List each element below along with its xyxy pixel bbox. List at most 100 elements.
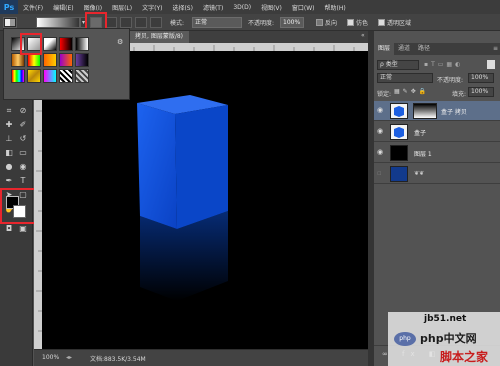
- zoom-level[interactable]: 100%: [42, 354, 59, 361]
- eye-icon[interactable]: ◉: [377, 128, 385, 135]
- reflected-gradient-button[interactable]: [135, 17, 147, 28]
- transparency-label: 透明区域: [387, 20, 412, 27]
- opacity-label: 不透明度:: [437, 77, 464, 84]
- layer-row-box-copy[interactable]: ◉ 盒子 拷贝: [374, 101, 500, 121]
- menu-help[interactable]: 帮助(H): [320, 3, 351, 12]
- mode-select[interactable]: 正常: [192, 17, 242, 28]
- eyedropper-tool-icon[interactable]: ⊘: [17, 105, 29, 116]
- opacity-input[interactable]: 100%: [280, 17, 304, 28]
- gradient-swatch-orange-yellow[interactable]: [43, 53, 57, 67]
- screen-mode-icon[interactable]: ▣: [17, 223, 29, 234]
- dodge-tool-icon[interactable]: ◉: [17, 161, 29, 172]
- lock-icons[interactable]: ▦✎✥🔒: [394, 88, 429, 95]
- dither-checkbox[interactable]: [347, 19, 354, 26]
- status-bar: 100% ◂▸ 文档:883.5K/3.54M: [34, 349, 368, 366]
- menu-layer[interactable]: 图层(L): [107, 3, 137, 12]
- watermark-brand: 脚本之家: [440, 350, 489, 364]
- mode-label: 模式:: [170, 20, 185, 27]
- layer-name: 图层 1: [414, 151, 432, 158]
- eraser-tool-icon[interactable]: ◧: [3, 147, 15, 158]
- layer-name: 盒子 拷贝: [441, 109, 467, 116]
- gradient-tool-icon[interactable]: ▭: [17, 147, 29, 158]
- php-logo-icon: php: [394, 332, 416, 346]
- menu-image[interactable]: 图像(I): [79, 3, 107, 12]
- gradient-swatch-violet[interactable]: [75, 53, 89, 67]
- gradient-swatch-rainbow[interactable]: [11, 69, 25, 83]
- blend-mode-select[interactable]: 正常: [377, 73, 433, 83]
- layer-thumbnail: [390, 166, 408, 182]
- cube-side-face: [175, 105, 228, 229]
- gradient-swatch-copper[interactable]: [11, 53, 25, 67]
- status-arrow-icon[interactable]: ◂▸: [66, 354, 72, 361]
- ps-logo: Ps: [0, 0, 18, 14]
- panel-collapse-strip[interactable]: «: [360, 31, 368, 43]
- gradient-swatch-gold[interactable]: [27, 69, 41, 83]
- layer-thumbnail: [390, 145, 408, 161]
- watermark-site: jb51.net: [424, 314, 467, 324]
- crop-tool-icon[interactable]: ⌗: [3, 105, 15, 116]
- menu-window[interactable]: 窗口(W): [287, 3, 320, 12]
- document-tab[interactable]: 拷贝, 图层蒙版/8): [129, 31, 189, 43]
- layer-effects-icon[interactable]: ❦❦: [414, 170, 424, 177]
- diamond-gradient-button[interactable]: [150, 17, 162, 28]
- brush-tool-icon[interactable]: ✐: [17, 119, 29, 130]
- gradient-swatch-violet-orange[interactable]: [59, 53, 73, 67]
- layer-thumbnail: [390, 124, 408, 140]
- menu-file[interactable]: 文件(F): [18, 3, 48, 12]
- angle-gradient-button[interactable]: [120, 17, 132, 28]
- layer-opacity-input[interactable]: 100%: [468, 73, 494, 83]
- layer-row-3d[interactable]: ▫ ❦❦: [374, 164, 500, 184]
- gradient-tool-preset[interactable]: [3, 17, 17, 28]
- tab-paths[interactable]: 路径: [414, 43, 434, 55]
- layer-filter-select[interactable]: ρ 类型: [377, 60, 419, 70]
- reverse-checkbox[interactable]: [316, 19, 323, 26]
- gradient-swatch-magenta-cyan[interactable]: [43, 69, 57, 83]
- menu-edit[interactable]: 编辑(E): [48, 3, 78, 12]
- collapse-arrows-icon: «: [361, 32, 365, 39]
- blur-tool-icon[interactable]: ●: [3, 161, 15, 172]
- eye-icon[interactable]: ◉: [377, 107, 385, 114]
- pen-tool-icon[interactable]: ✒: [3, 175, 15, 186]
- menu-3d[interactable]: 3D(D): [228, 4, 256, 11]
- menu-select[interactable]: 选择(S): [167, 3, 198, 12]
- history-brush-tool-icon[interactable]: ↺: [17, 133, 29, 144]
- gradient-swatch-black-transparent[interactable]: [75, 37, 89, 51]
- reverse-label: 反向: [325, 20, 338, 27]
- gradient-swatch-bw[interactable]: [43, 37, 57, 51]
- layer-mask-thumbnail[interactable]: [413, 103, 437, 119]
- layer-name: 盒子: [414, 130, 427, 137]
- menu-view[interactable]: 视图(V): [256, 3, 287, 12]
- layer-filter-icons[interactable]: ▪T▭▦◐: [424, 61, 484, 70]
- layer-row-layer1[interactable]: ◉ 图层 1: [374, 143, 500, 163]
- type-tool-icon[interactable]: T: [17, 175, 29, 186]
- transparency-checkbox[interactable]: [378, 19, 385, 26]
- gradient-swatch-spectrum-a[interactable]: [27, 53, 41, 67]
- menu-type[interactable]: 文字(Y): [137, 3, 167, 12]
- quick-mask-icon[interactable]: ◘: [3, 223, 15, 234]
- opacity-label: 不透明度:: [248, 20, 275, 27]
- menu-filter[interactable]: 滤镜(T): [198, 3, 228, 12]
- stamp-tool-icon[interactable]: ⊥: [3, 133, 15, 144]
- healing-tool-icon[interactable]: ✚: [3, 119, 15, 130]
- fill-input[interactable]: 100%: [468, 87, 494, 97]
- gradient-swatch-stripes[interactable]: [59, 69, 73, 83]
- watermark: jb51.net php php中文网 脚本之家: [388, 312, 500, 366]
- eye-icon[interactable]: ◉: [377, 149, 385, 156]
- gradient-swatch-stripes-gray[interactable]: [75, 69, 89, 83]
- gradient-preview[interactable]: [36, 17, 80, 28]
- document-tab-label: 拷贝, 图层蒙版/8): [135, 33, 183, 40]
- watermark-php-text: php中文网: [420, 332, 477, 345]
- eye-hidden-icon[interactable]: ▫: [377, 170, 385, 177]
- panel-menu-icon[interactable]: ≡: [489, 43, 500, 55]
- tab-channels[interactable]: 通道: [394, 43, 414, 55]
- cube-front-face: [137, 103, 177, 229]
- layer-row-box[interactable]: ◉ 盒子: [374, 122, 500, 142]
- fill-label: 填充:: [452, 91, 467, 98]
- gradient-picker-gear-icon[interactable]: ⚙: [117, 38, 125, 46]
- layer-thumbnail: [390, 103, 408, 119]
- gradient-tool-icon: [5, 19, 15, 26]
- filter-toggle[interactable]: [487, 60, 495, 69]
- dither-label: 仿色: [356, 20, 369, 27]
- tab-layers[interactable]: 图层: [374, 43, 395, 55]
- gradient-swatch-red-black[interactable]: [59, 37, 73, 51]
